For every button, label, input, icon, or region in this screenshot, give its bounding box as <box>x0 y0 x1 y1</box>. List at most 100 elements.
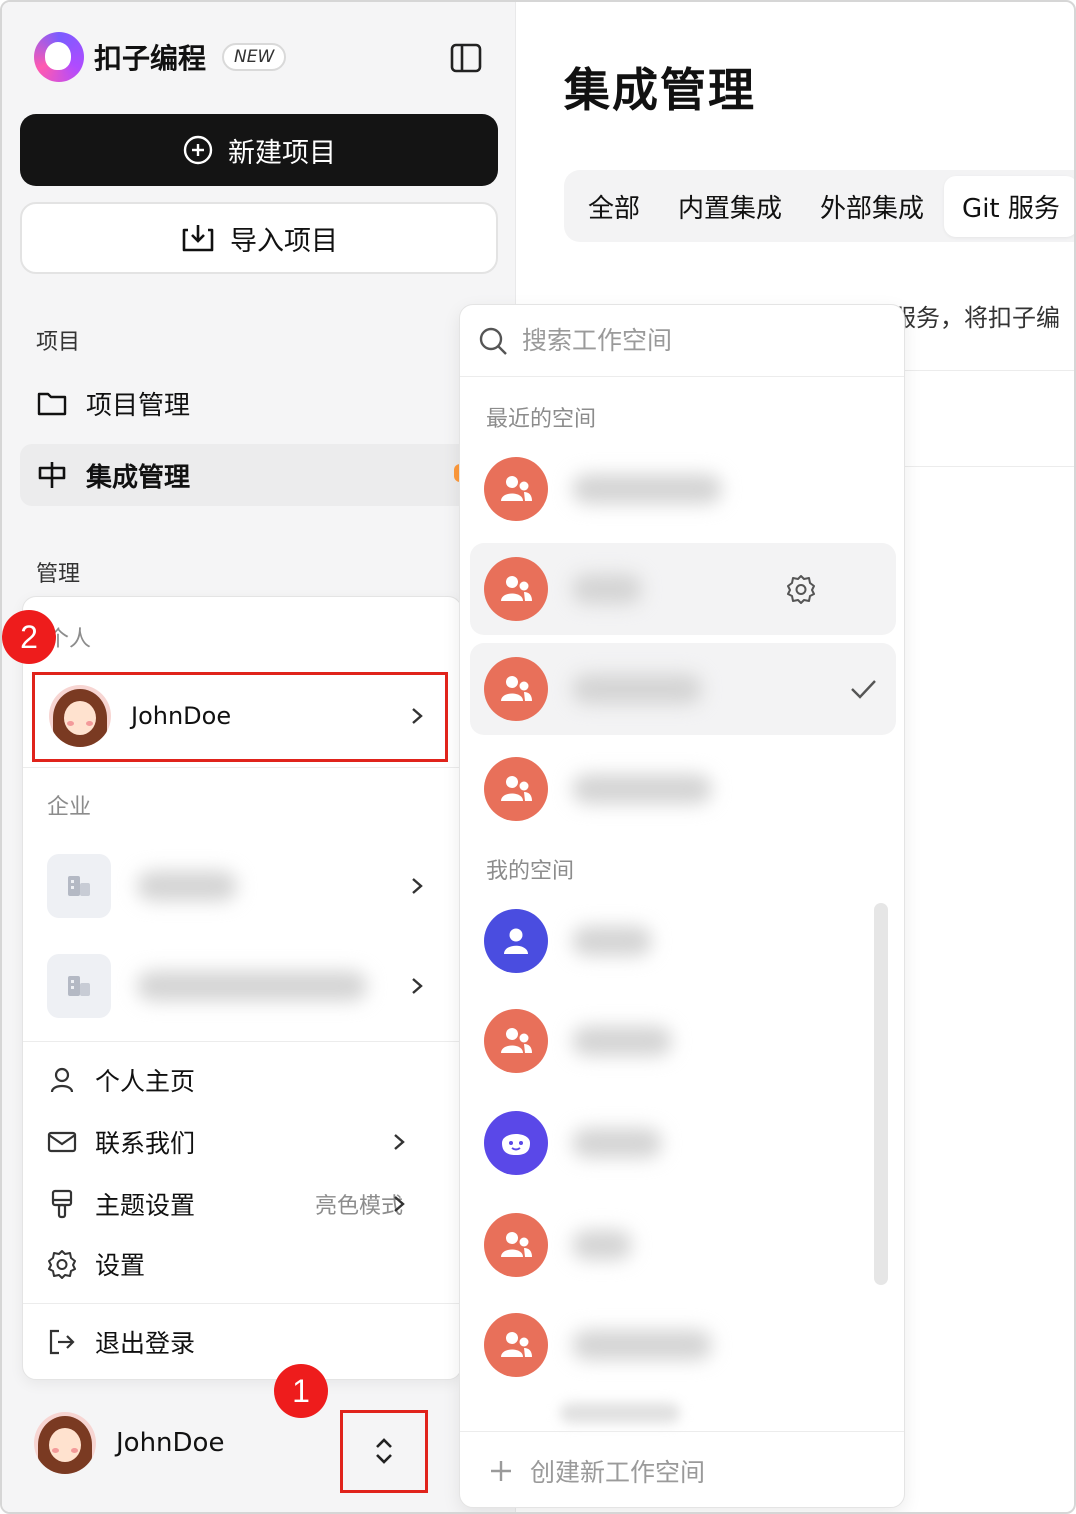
redacted-name <box>572 1128 662 1158</box>
paint-brush-icon <box>51 1189 73 1219</box>
chevron-right-icon <box>394 1134 405 1150</box>
team-icon <box>484 757 548 821</box>
import-project-button[interactable]: 导入项目 <box>20 202 498 274</box>
workspace-item[interactable] <box>470 995 896 1087</box>
chevron-right-icon <box>412 878 423 894</box>
brand-mascot-icon <box>484 1111 548 1175</box>
create-workspace-label: 创建新工作空间 <box>530 1457 706 1487</box>
redacted-name <box>137 971 367 1001</box>
tab-builtin[interactable]: 内置集成 <box>678 188 782 225</box>
redacted-name <box>572 474 722 504</box>
menu-item-label: 设置 <box>95 1251 146 1280</box>
highlight-box-switch-button <box>340 1410 428 1493</box>
nav-item-label: 集成管理 <box>86 462 191 493</box>
nav-item-project-management[interactable]: 项目管理 <box>20 372 498 434</box>
section-description: 服务，将扣子编 <box>892 304 1060 332</box>
enterprise-section-label: 企业 <box>47 795 92 820</box>
new-project-label: 新建项目 <box>228 137 336 169</box>
workspace-item[interactable] <box>470 1199 896 1291</box>
create-workspace-button[interactable]: 创建新工作空间 <box>460 1431 904 1507</box>
app-window: 扣子编程 NEW 新建项目 导入项目 项目 项目管理 集成管理 管理 个人 Jo… <box>0 0 1076 1514</box>
divider <box>23 767 463 768</box>
tab-external[interactable]: 外部集成 <box>820 188 924 225</box>
new-project-button[interactable]: 新建项目 <box>20 114 498 186</box>
chevron-right-icon <box>394 1196 405 1212</box>
team-icon <box>484 557 548 621</box>
scrollbar[interactable] <box>874 903 888 1285</box>
enterprise-row[interactable] <box>35 943 447 1029</box>
workspace-dropdown: 最近的空间 我的空间 <box>459 304 905 1508</box>
redacted-name <box>137 871 237 901</box>
partially-hidden-item <box>560 1403 680 1423</box>
brand[interactable]: 扣子编程 NEW <box>34 32 287 82</box>
page-title: 集成管理 <box>564 63 756 117</box>
chevron-right-icon <box>412 978 423 994</box>
team-icon <box>484 457 548 521</box>
divider <box>23 1303 463 1304</box>
menu-item-contact[interactable]: 联系我们 <box>47 1117 447 1167</box>
gear-icon <box>48 1250 76 1279</box>
plus-icon <box>491 1460 511 1481</box>
building-icon <box>47 854 111 918</box>
integration-icon <box>38 462 66 488</box>
section-label-projects: 项目 <box>36 330 81 355</box>
divider <box>902 466 1074 467</box>
team-icon <box>484 1009 548 1073</box>
enterprise-row[interactable] <box>35 843 447 929</box>
workspace-item[interactable] <box>470 1097 896 1189</box>
tab-all[interactable]: 全部 <box>588 188 640 225</box>
current-user[interactable]: JohnDoe <box>34 1412 224 1474</box>
my-workspaces-label: 我的空间 <box>486 859 575 884</box>
gear-icon[interactable] <box>786 574 816 604</box>
logout-icon <box>49 1329 75 1355</box>
menu-item-label: 主题设置 <box>95 1191 196 1220</box>
tab-git[interactable]: Git 服务 <box>944 175 1074 237</box>
redacted-name <box>572 774 712 804</box>
workspace-item[interactable] <box>470 895 896 987</box>
redacted-name <box>572 674 702 704</box>
plus-circle-icon <box>183 135 213 165</box>
logout-button[interactable]: 退出登录 <box>47 1317 447 1367</box>
workspace-search-input[interactable] <box>522 326 862 355</box>
menu-item-profile[interactable]: 个人主页 <box>47 1055 447 1105</box>
check-icon <box>851 680 876 699</box>
team-icon <box>484 1213 548 1277</box>
nav-item-integration-management[interactable]: 集成管理 <box>20 444 498 506</box>
search-icon <box>479 327 507 355</box>
team-icon <box>484 1313 548 1377</box>
workspace-search <box>460 305 904 377</box>
redacted-name <box>572 574 642 604</box>
workspace-item[interactable] <box>470 743 896 835</box>
brand-name: 扣子编程 <box>94 42 207 75</box>
redacted-name <box>572 1230 632 1260</box>
import-icon <box>182 225 214 252</box>
integration-tabs: 全部 内置集成 外部集成 Git 服务 <box>564 170 1074 242</box>
workspace-item-selected[interactable] <box>470 643 896 735</box>
nav-item-label: 项目管理 <box>86 390 191 421</box>
brand-logo-icon <box>34 32 84 82</box>
person-icon <box>484 909 548 973</box>
highlight-box-personal-account <box>32 672 448 762</box>
workspace-item[interactable] <box>470 543 896 635</box>
divider <box>23 1041 463 1042</box>
new-badge: NEW <box>222 43 287 71</box>
user-icon <box>50 1067 74 1093</box>
section-label-admin: 管理 <box>36 562 81 587</box>
workspace-item[interactable] <box>470 1299 896 1391</box>
sidebar-toggle-icon[interactable] <box>450 42 482 74</box>
team-icon <box>484 657 548 721</box>
workspace-item[interactable] <box>470 443 896 535</box>
avatar <box>34 1412 96 1474</box>
recent-workspaces-label: 最近的空间 <box>486 407 597 432</box>
redacted-name <box>572 926 652 956</box>
import-project-label: 导入项目 <box>230 225 338 257</box>
mail-icon <box>47 1131 77 1153</box>
step-badge-1: 1 <box>274 1364 328 1418</box>
menu-item-theme[interactable]: 主题设置 亮色模式 <box>47 1179 447 1229</box>
redacted-name <box>572 1330 712 1360</box>
menu-item-label: 个人主页 <box>95 1067 196 1096</box>
divider <box>902 370 1074 371</box>
folder-icon <box>37 392 67 416</box>
step-badge-2: 2 <box>2 610 56 664</box>
menu-item-settings[interactable]: 设置 <box>47 1239 447 1289</box>
